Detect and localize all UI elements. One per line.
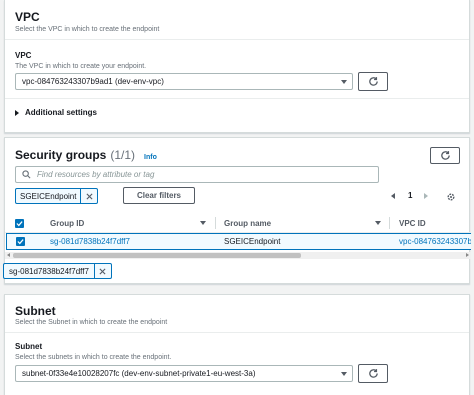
subnet-field-description: Select the subnets in which to create th… [15, 354, 172, 361]
vpc-select-value: vpc-084763243307b9ad1 (dev-env-vpc) [22, 77, 164, 86]
close-icon [86, 192, 93, 200]
vpc-select[interactable]: vpc-084763243307b9ad1 (dev-env-vpc) [15, 73, 353, 90]
filter-token: SGEICEndpoint [15, 188, 99, 204]
close-icon [99, 267, 106, 275]
page-number[interactable]: 1 [408, 191, 412, 200]
subnet-panel: Subnet Select the Subnet in which to cre… [4, 294, 470, 395]
row-checkbox[interactable] [16, 237, 25, 246]
search-icon [22, 170, 31, 179]
pagination: 1 [391, 191, 429, 200]
security-groups-title: Security groups [15, 148, 107, 162]
chevron-left-icon[interactable] [391, 192, 395, 199]
info-link[interactable]: Info [144, 154, 157, 161]
scrollbar-thumb[interactable] [13, 253, 301, 258]
scroll-left-icon[interactable] [7, 253, 10, 257]
clear-filters-button[interactable]: Clear filters [123, 187, 195, 204]
vpc-section-description: Select the VPC in which to create the en… [15, 26, 160, 33]
security-groups-refresh-button[interactable] [430, 147, 460, 164]
divider [5, 98, 469, 99]
chevron-down-icon [341, 372, 347, 376]
additional-settings-toggle[interactable]: Additional settings [15, 108, 97, 117]
subnet-refresh-button[interactable] [358, 364, 388, 383]
column-header-group-id[interactable]: Group ID [50, 219, 84, 228]
check-icon [16, 221, 23, 227]
refresh-icon [368, 369, 378, 378]
subnet-section-title: Subnet [15, 304, 56, 318]
group-id-link[interactable]: sg-081d7838b24f7dff7 [50, 237, 130, 246]
refresh-icon [440, 151, 450, 160]
vpc-section-title: VPC [15, 10, 40, 24]
divider [5, 332, 469, 333]
additional-settings-label: Additional settings [25, 108, 97, 117]
filter-token-remove-button[interactable] [80, 189, 97, 203]
chevron-right-icon[interactable] [424, 192, 429, 199]
search-placeholder: Find resources by attribute or tag [37, 170, 155, 179]
column-divider[interactable] [215, 217, 216, 229]
vpc-field-label: VPC [15, 51, 32, 60]
refresh-icon [368, 77, 378, 86]
select-all-checkbox[interactable] [15, 219, 24, 228]
sort-down-icon[interactable] [200, 221, 206, 225]
selected-group-token-remove-button[interactable] [93, 264, 111, 278]
table-row[interactable]: sg-081d7838b24f7dff7 SGEICEndpoint vpc-0… [6, 233, 471, 250]
column-header-group-name[interactable]: Group name [224, 219, 271, 228]
gear-icon[interactable] [446, 192, 456, 202]
vpc-panel: VPC Select the VPC in which to create th… [4, 0, 470, 133]
group-name-cell: SGEICEndpoint [224, 237, 281, 246]
caret-right-icon [15, 109, 19, 116]
security-groups-table: Group ID Group name VPC ID sg-081d7838b2… [5, 214, 471, 264]
selected-group-token-label: sg-081d7838b24f7dff7 [9, 267, 89, 276]
subnet-field-label: Subnet [15, 342, 43, 351]
scroll-right-icon[interactable] [466, 253, 469, 257]
divider [5, 39, 469, 40]
chevron-down-icon [341, 80, 347, 84]
security-groups-panel: Security groups (1/1) Info Find resource… [4, 137, 471, 284]
security-groups-header: Security groups (1/1) Info [15, 148, 157, 162]
sort-icon[interactable] [375, 221, 381, 225]
search-input[interactable]: Find resources by attribute or tag [15, 166, 379, 183]
subnet-select-value: subnet-0f33e4e10028207fc (dev-env-subnet… [22, 369, 256, 378]
security-groups-count: (1/1) [110, 148, 136, 162]
vpc-id-link[interactable]: vpc-084763243307b [399, 237, 471, 246]
subnet-section-description: Select the Subnet in which to create the… [15, 319, 168, 326]
vpc-field-description: The VPC in which to create your endpoint… [15, 63, 147, 70]
horizontal-scrollbar[interactable] [5, 252, 471, 259]
subnet-select[interactable]: subnet-0f33e4e10028207fc (dev-env-subnet… [15, 365, 353, 382]
column-header-vpc-id[interactable]: VPC ID [399, 219, 426, 228]
vpc-refresh-button[interactable] [358, 72, 388, 91]
table-header-row: Group ID Group name VPC ID [5, 214, 471, 233]
check-icon [17, 239, 24, 245]
selected-group-token: sg-081d7838b24f7dff7 [3, 263, 112, 279]
filter-token-label: SGEICEndpoint [20, 192, 77, 201]
column-divider[interactable] [389, 217, 390, 229]
